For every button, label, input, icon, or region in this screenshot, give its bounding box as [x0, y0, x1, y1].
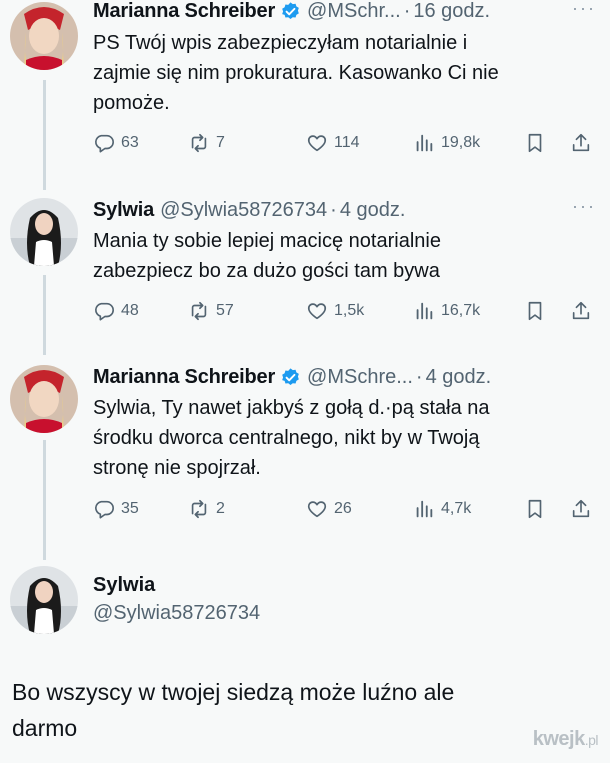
avatar-image [10, 365, 78, 433]
avatar[interactable] [10, 198, 78, 266]
separator: · [415, 365, 423, 388]
watermark-logo: kwejk.pl [532, 728, 599, 751]
reply-count: 63 [121, 134, 139, 151]
view-count: 16,7k [441, 302, 481, 319]
bookmark-button[interactable] [524, 296, 546, 326]
tweet-text: Bo wszyscy w twojej siedzą może luźno al… [12, 679, 455, 741]
heart-icon [307, 135, 327, 152]
timestamp[interactable]: 4 godz. [340, 199, 406, 222]
heart-icon [307, 501, 327, 518]
avatar-image [10, 2, 78, 70]
share-button[interactable] [570, 494, 592, 524]
focused-tweet[interactable]: Sylwia @Sylwia58726734 Bo wszyscy w twoj… [0, 560, 610, 760]
author-name[interactable]: Marianna Schreiber [93, 0, 275, 23]
more-icon[interactable]: ··· [572, 196, 596, 217]
author-handle[interactable]: @MSchre... [307, 366, 413, 389]
retweet-icon [191, 499, 207, 519]
reply-count: 48 [121, 302, 139, 319]
tweet-text: Sylwia, Ty nawet jakbyś z gołą d.·pą sta… [93, 397, 490, 479]
views-icon [416, 302, 433, 320]
avatar-image [10, 566, 78, 634]
like-button[interactable]: 26 [306, 494, 352, 524]
views-button[interactable]: 19,8k [413, 128, 480, 158]
verified-badge-icon [282, 367, 299, 385]
bookmark-icon [528, 301, 542, 321]
like-button[interactable]: 1,5k [306, 296, 364, 326]
bookmark-button[interactable] [524, 494, 546, 524]
reply-icon [95, 500, 114, 519]
action-bar: 48 57 1,5k 16,7k [93, 296, 603, 326]
retweet-icon [191, 133, 207, 153]
retweet-count: 57 [216, 302, 234, 319]
like-count: 26 [334, 500, 352, 517]
author-name[interactable]: Sylwia [93, 199, 154, 222]
watermark-suffix: .pl [584, 732, 599, 748]
tweet-header: Marianna Schreiber @MSchr... · 16 godz. [93, 0, 490, 26]
retweet-count: 7 [216, 134, 225, 151]
separator: · [403, 0, 411, 22]
heart-icon [307, 303, 327, 320]
reply-icon [95, 134, 114, 153]
tweet-header: Sylwia @Sylwia58726734 · 4 godz. [93, 195, 405, 225]
watermark-text: kwejk [532, 728, 585, 750]
views-button[interactable]: 16,7k [413, 296, 480, 326]
view-count: 19,8k [441, 134, 481, 151]
bookmark-icon [528, 499, 542, 519]
reply-count: 35 [121, 500, 139, 517]
view-count: 4,7k [441, 500, 472, 517]
share-icon [572, 301, 590, 320]
separator: · [330, 198, 337, 221]
author-handle[interactable]: @Sylwia58726734 [93, 602, 260, 625]
reply-button[interactable]: 48 [93, 296, 139, 326]
avatar[interactable] [10, 566, 78, 634]
author-handle[interactable]: @MSchr... [307, 0, 401, 23]
bookmark-icon [528, 133, 542, 153]
timestamp[interactable]: 4 godz. [426, 366, 492, 389]
author-name[interactable]: Marianna Schreiber [93, 366, 275, 389]
avatar-image [10, 198, 78, 266]
tweet[interactable]: Sylwia @Sylwia58726734 · 4 godz. ··· Man… [0, 190, 610, 350]
views-icon [416, 134, 433, 152]
reply-button[interactable]: 35 [93, 494, 139, 524]
bookmark-button[interactable] [524, 128, 546, 158]
tweet-text: PS Twój wpis zabezpieczyłam notarialnie … [93, 32, 499, 114]
timestamp[interactable]: 16 godz. [413, 0, 490, 23]
avatar[interactable] [10, 365, 78, 433]
views-button[interactable]: 4,7k [413, 494, 471, 524]
retweet-button[interactable]: 2 [188, 494, 225, 524]
avatar[interactable] [10, 2, 78, 70]
like-button[interactable]: 114 [306, 128, 360, 158]
retweet-button[interactable]: 57 [188, 296, 234, 326]
action-bar: 63 7 114 19,8k [93, 128, 603, 158]
action-bar: 35 2 26 4,7k [93, 494, 603, 524]
share-icon [572, 133, 590, 152]
retweet-count: 2 [216, 500, 225, 517]
like-count: 1,5k [334, 302, 365, 319]
reply-icon [95, 302, 114, 321]
verified-badge-icon [282, 1, 299, 19]
author-handle[interactable]: @Sylwia58726734 [160, 199, 327, 222]
like-count: 114 [334, 134, 360, 151]
reply-button[interactable]: 63 [93, 128, 139, 158]
tweet-text: Mania ty sobie lepiej macicę notarialnie… [93, 230, 441, 282]
share-button[interactable] [570, 128, 592, 158]
share-button[interactable] [570, 296, 592, 326]
retweet-button[interactable]: 7 [188, 128, 225, 158]
tweet-header: Marianna Schreiber @MSchre... · 4 godz. [93, 362, 491, 392]
more-icon[interactable]: ··· [572, 0, 596, 19]
tweet[interactable]: Marianna Schreiber @MSchr... · 16 godz. … [0, 0, 610, 180]
tweet[interactable]: Marianna Schreiber @MSchre... · 4 godz. … [0, 355, 610, 535]
author-name[interactable]: Sylwia [93, 574, 155, 597]
retweet-icon [191, 301, 207, 321]
share-icon [572, 499, 590, 518]
views-icon [416, 500, 433, 518]
